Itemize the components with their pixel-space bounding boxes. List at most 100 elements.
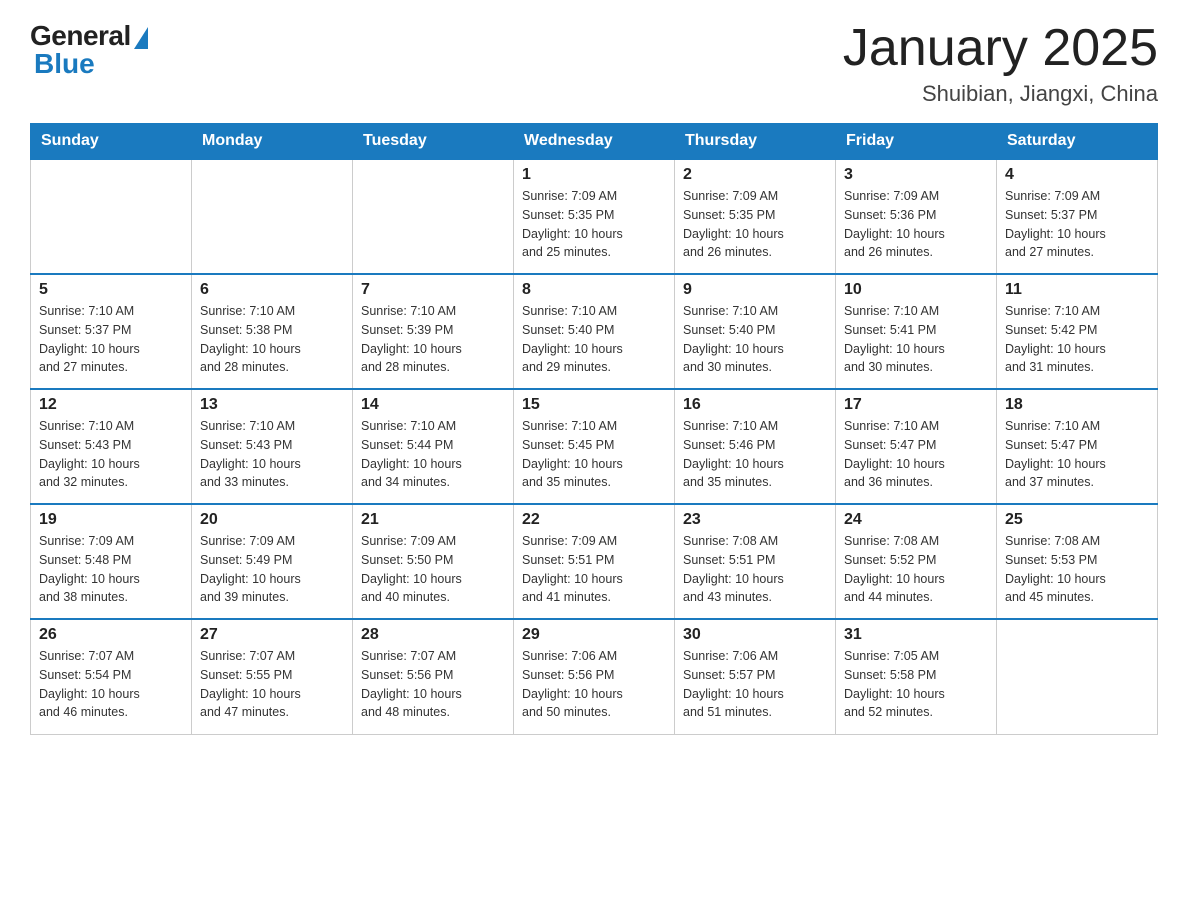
day-number: 26 — [39, 626, 183, 644]
calendar-cell: 6 Sunrise: 7:10 AM Sunset: 5:38 PM Daylig… — [192, 274, 353, 389]
day-info: Sunrise: 7:06 AM Sunset: 5:57 PM Dayligh… — [683, 647, 827, 722]
logo: General Blue — [30, 20, 148, 80]
calendar-cell: 28 Sunrise: 7:07 AM Sunset: 5:56 PM Dayli… — [353, 619, 514, 734]
calendar-subtitle: Shuibian, Jiangxi, China — [843, 81, 1158, 107]
day-info: Sunrise: 7:07 AM Sunset: 5:56 PM Dayligh… — [361, 647, 505, 722]
day-number: 4 — [1005, 166, 1149, 184]
day-info: Sunrise: 7:09 AM Sunset: 5:35 PM Dayligh… — [522, 187, 666, 262]
day-number: 5 — [39, 281, 183, 299]
calendar-cell: 24 Sunrise: 7:08 AM Sunset: 5:52 PM Dayli… — [836, 504, 997, 619]
day-number: 11 — [1005, 281, 1149, 299]
calendar-cell: 14 Sunrise: 7:10 AM Sunset: 5:44 PM Dayli… — [353, 389, 514, 504]
day-info: Sunrise: 7:09 AM Sunset: 5:48 PM Dayligh… — [39, 532, 183, 607]
logo-triangle-icon — [134, 27, 148, 49]
day-info: Sunrise: 7:10 AM Sunset: 5:40 PM Dayligh… — [522, 302, 666, 377]
week-row-3: 12 Sunrise: 7:10 AM Sunset: 5:43 PM Dayli… — [31, 389, 1158, 504]
day-info: Sunrise: 7:09 AM Sunset: 5:51 PM Dayligh… — [522, 532, 666, 607]
calendar-cell: 5 Sunrise: 7:10 AM Sunset: 5:37 PM Daylig… — [31, 274, 192, 389]
day-info: Sunrise: 7:07 AM Sunset: 5:55 PM Dayligh… — [200, 647, 344, 722]
calendar-cell: 16 Sunrise: 7:10 AM Sunset: 5:46 PM Dayli… — [675, 389, 836, 504]
calendar-cell: 13 Sunrise: 7:10 AM Sunset: 5:43 PM Dayli… — [192, 389, 353, 504]
day-number: 28 — [361, 626, 505, 644]
day-info: Sunrise: 7:09 AM Sunset: 5:49 PM Dayligh… — [200, 532, 344, 607]
day-number: 22 — [522, 511, 666, 529]
calendar-cell: 19 Sunrise: 7:09 AM Sunset: 5:48 PM Dayli… — [31, 504, 192, 619]
calendar-cell: 9 Sunrise: 7:10 AM Sunset: 5:40 PM Daylig… — [675, 274, 836, 389]
day-number: 24 — [844, 511, 988, 529]
day-number: 9 — [683, 281, 827, 299]
calendar-cell: 7 Sunrise: 7:10 AM Sunset: 5:39 PM Daylig… — [353, 274, 514, 389]
title-section: January 2025 Shuibian, Jiangxi, China — [843, 20, 1158, 107]
day-number: 31 — [844, 626, 988, 644]
day-info: Sunrise: 7:10 AM Sunset: 5:43 PM Dayligh… — [200, 417, 344, 492]
calendar-cell: 17Sunrise: 7:10 AM Sunset: 5:47 PM Dayli… — [836, 389, 997, 504]
calendar-cell: 4Sunrise: 7:09 AM Sunset: 5:37 PM Daylig… — [997, 159, 1158, 274]
day-number: 16 — [683, 396, 827, 414]
day-info: Sunrise: 7:06 AM Sunset: 5:56 PM Dayligh… — [522, 647, 666, 722]
day-info: Sunrise: 7:09 AM Sunset: 5:36 PM Dayligh… — [844, 187, 988, 262]
calendar-cell: 30 Sunrise: 7:06 AM Sunset: 5:57 PM Dayli… — [675, 619, 836, 734]
calendar-cell: 26 Sunrise: 7:07 AM Sunset: 5:54 PM Dayli… — [31, 619, 192, 734]
day-number: 25 — [1005, 511, 1149, 529]
day-number: 2 — [683, 166, 827, 184]
week-row-1: 1Sunrise: 7:09 AM Sunset: 5:35 PM Daylig… — [31, 159, 1158, 274]
day-info: Sunrise: 7:10 AM Sunset: 5:45 PM Dayligh… — [522, 417, 666, 492]
day-info: Sunrise: 7:10 AM Sunset: 5:38 PM Dayligh… — [200, 302, 344, 377]
day-number: 6 — [200, 281, 344, 299]
day-info: Sunrise: 7:05 AM Sunset: 5:58 PM Dayligh… — [844, 647, 988, 722]
day-number: 19 — [39, 511, 183, 529]
day-number: 12 — [39, 396, 183, 414]
calendar-cell: 10Sunrise: 7:10 AM Sunset: 5:41 PM Dayli… — [836, 274, 997, 389]
calendar-cell: 22 Sunrise: 7:09 AM Sunset: 5:51 PM Dayli… — [514, 504, 675, 619]
calendar-cell — [353, 159, 514, 274]
calendar-cell: 15 Sunrise: 7:10 AM Sunset: 5:45 PM Dayli… — [514, 389, 675, 504]
header-tuesday: Tuesday — [353, 124, 514, 160]
day-number: 30 — [683, 626, 827, 644]
day-number: 3 — [844, 166, 988, 184]
day-info: Sunrise: 7:10 AM Sunset: 5:39 PM Dayligh… — [361, 302, 505, 377]
logo-blue-text: Blue — [34, 48, 95, 80]
calendar-cell — [192, 159, 353, 274]
calendar-cell — [31, 159, 192, 274]
week-row-2: 5 Sunrise: 7:10 AM Sunset: 5:37 PM Daylig… — [31, 274, 1158, 389]
calendar-cell: 11Sunrise: 7:10 AM Sunset: 5:42 PM Dayli… — [997, 274, 1158, 389]
day-info: Sunrise: 7:10 AM Sunset: 5:46 PM Dayligh… — [683, 417, 827, 492]
day-number: 20 — [200, 511, 344, 529]
week-row-5: 26 Sunrise: 7:07 AM Sunset: 5:54 PM Dayli… — [31, 619, 1158, 734]
header-wednesday: Wednesday — [514, 124, 675, 160]
day-info: Sunrise: 7:08 AM Sunset: 5:53 PM Dayligh… — [1005, 532, 1149, 607]
calendar-cell — [997, 619, 1158, 734]
day-number: 29 — [522, 626, 666, 644]
header-friday: Friday — [836, 124, 997, 160]
day-info: Sunrise: 7:10 AM Sunset: 5:40 PM Dayligh… — [683, 302, 827, 377]
day-number: 8 — [522, 281, 666, 299]
calendar-cell: 31 Sunrise: 7:05 AM Sunset: 5:58 PM Dayli… — [836, 619, 997, 734]
day-info: Sunrise: 7:09 AM Sunset: 5:35 PM Dayligh… — [683, 187, 827, 262]
day-info: Sunrise: 7:09 AM Sunset: 5:50 PM Dayligh… — [361, 532, 505, 607]
day-info: Sunrise: 7:10 AM Sunset: 5:44 PM Dayligh… — [361, 417, 505, 492]
calendar-cell: 18Sunrise: 7:10 AM Sunset: 5:47 PM Dayli… — [997, 389, 1158, 504]
day-number: 18 — [1005, 396, 1149, 414]
calendar-table: SundayMondayTuesdayWednesdayThursdayFrid… — [30, 123, 1158, 735]
day-info: Sunrise: 7:07 AM Sunset: 5:54 PM Dayligh… — [39, 647, 183, 722]
calendar-cell: 12Sunrise: 7:10 AM Sunset: 5:43 PM Dayli… — [31, 389, 192, 504]
day-number: 13 — [200, 396, 344, 414]
day-number: 15 — [522, 396, 666, 414]
day-number: 27 — [200, 626, 344, 644]
day-info: Sunrise: 7:10 AM Sunset: 5:37 PM Dayligh… — [39, 302, 183, 377]
day-number: 10 — [844, 281, 988, 299]
calendar-cell: 25 Sunrise: 7:08 AM Sunset: 5:53 PM Dayli… — [997, 504, 1158, 619]
day-number: 14 — [361, 396, 505, 414]
day-number: 7 — [361, 281, 505, 299]
header-thursday: Thursday — [675, 124, 836, 160]
calendar-cell: 29 Sunrise: 7:06 AM Sunset: 5:56 PM Dayli… — [514, 619, 675, 734]
calendar-cell: 23Sunrise: 7:08 AM Sunset: 5:51 PM Dayli… — [675, 504, 836, 619]
calendar-cell: 21Sunrise: 7:09 AM Sunset: 5:50 PM Dayli… — [353, 504, 514, 619]
calendar-cell: 20 Sunrise: 7:09 AM Sunset: 5:49 PM Dayli… — [192, 504, 353, 619]
day-info: Sunrise: 7:08 AM Sunset: 5:52 PM Dayligh… — [844, 532, 988, 607]
header-monday: Monday — [192, 124, 353, 160]
page-header: General Blue January 2025 Shuibian, Jian… — [30, 20, 1158, 107]
week-row-4: 19 Sunrise: 7:09 AM Sunset: 5:48 PM Dayli… — [31, 504, 1158, 619]
day-info: Sunrise: 7:08 AM Sunset: 5:51 PM Dayligh… — [683, 532, 827, 607]
header-sunday: Sunday — [31, 124, 192, 160]
